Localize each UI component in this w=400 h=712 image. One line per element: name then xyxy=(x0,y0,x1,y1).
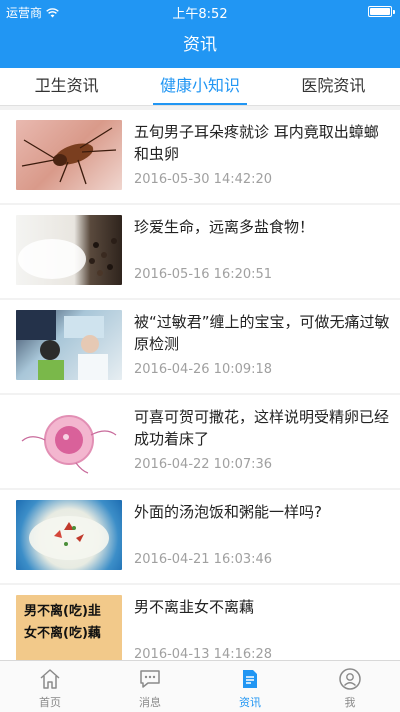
article-title: 珍爱生命，远离多盐食物！ xyxy=(134,218,315,236)
article-title: 男不离韭女不离藕 xyxy=(134,598,255,616)
category-tabs: 卫生资讯 健康小知识 医院资讯 xyxy=(0,68,400,106)
tabbar-home[interactable]: 首页 xyxy=(0,661,100,712)
message-icon xyxy=(140,670,160,688)
list-item[interactable]: 可喜可贺可撒花，这样说明受精卵已经成功着床了 2016-04-22 10:07:… xyxy=(0,395,400,488)
article-title: 可喜可贺可撒花，这样说明受精卵已经成功着床了 xyxy=(134,408,390,448)
article-thumbnail xyxy=(16,500,122,570)
list-item[interactable]: 被“过敏君”缠上的宝宝，可做无痛过敏原检测 2016-04-26 10:09:1… xyxy=(0,300,400,393)
article-date: 2016-05-16 16:20:51 xyxy=(134,267,273,282)
article-thumbnail xyxy=(16,310,122,380)
tabbar-label: 首页 xyxy=(39,696,61,709)
article-thumbnail xyxy=(16,215,122,285)
home-icon xyxy=(40,669,60,689)
tabbar-news[interactable]: 资讯 xyxy=(200,661,300,712)
article-thumbnail xyxy=(16,405,122,475)
article-list: 五旬男子耳朵疼就诊 耳内竟取出蟑螂和虫卵 2016-05-30 14:42:20… xyxy=(0,110,400,660)
bottom-tab-bar: 首页 消息 资讯 我 xyxy=(0,660,400,712)
article-date: 2016-04-21 16:03:46 xyxy=(134,552,273,567)
tabbar-label: 资讯 xyxy=(239,696,261,709)
status-time: 上午8:52 xyxy=(172,7,228,22)
article-date: 2016-04-22 10:07:36 xyxy=(134,457,273,472)
article-thumbnail: 男不离(吃)韭 女不离(吃)藕 xyxy=(16,595,122,660)
thumbnail-caption-line: 男不离(吃)韭 xyxy=(24,604,101,619)
tab-health-tips[interactable]: 健康小知识 xyxy=(133,68,266,105)
news-icon xyxy=(243,670,257,688)
thumbnail-caption-line: 女不离(吃)藕 xyxy=(24,626,101,641)
tabbar-messages[interactable]: 消息 xyxy=(100,661,200,712)
list-item[interactable]: 男不离(吃)韭 女不离(吃)藕 男不离韭女不离藕 2016-04-13 14:1… xyxy=(0,585,400,660)
article-title: 五旬男子耳朵疼就诊 耳内竟取出蟑螂和虫卵 xyxy=(134,123,379,163)
battery-icon xyxy=(368,6,395,17)
article-date: 2016-04-13 14:16:28 xyxy=(134,647,273,660)
list-item[interactable]: 五旬男子耳朵疼就诊 耳内竟取出蟑螂和虫卵 2016-05-30 14:42:20 xyxy=(0,110,400,203)
tab-hospital-news[interactable]: 医院资讯 xyxy=(267,68,400,105)
tabbar-me[interactable]: 我 xyxy=(300,661,400,712)
page-title: 资讯 xyxy=(0,22,400,68)
article-title: 被“过敏君”缠上的宝宝，可做无痛过敏原检测 xyxy=(134,313,390,353)
list-item[interactable]: 珍爱生命，远离多盐食物！ 2016-05-16 16:20:51 xyxy=(0,205,400,298)
article-date: 2016-05-30 14:42:20 xyxy=(134,172,273,187)
article-thumbnail xyxy=(16,120,122,190)
status-bar: 运营商 上午8:52 xyxy=(0,0,400,22)
list-item[interactable]: 外面的汤泡饭和粥能一样吗? 2016-04-21 16:03:46 xyxy=(0,490,400,583)
article-title: 外面的汤泡饭和粥能一样吗? xyxy=(134,503,322,521)
article-date: 2016-04-26 10:09:18 xyxy=(134,362,273,377)
tab-health-news[interactable]: 卫生资讯 xyxy=(0,68,133,105)
user-icon xyxy=(339,668,361,690)
tabbar-label: 我 xyxy=(344,696,356,709)
tabbar-label: 消息 xyxy=(139,696,161,709)
